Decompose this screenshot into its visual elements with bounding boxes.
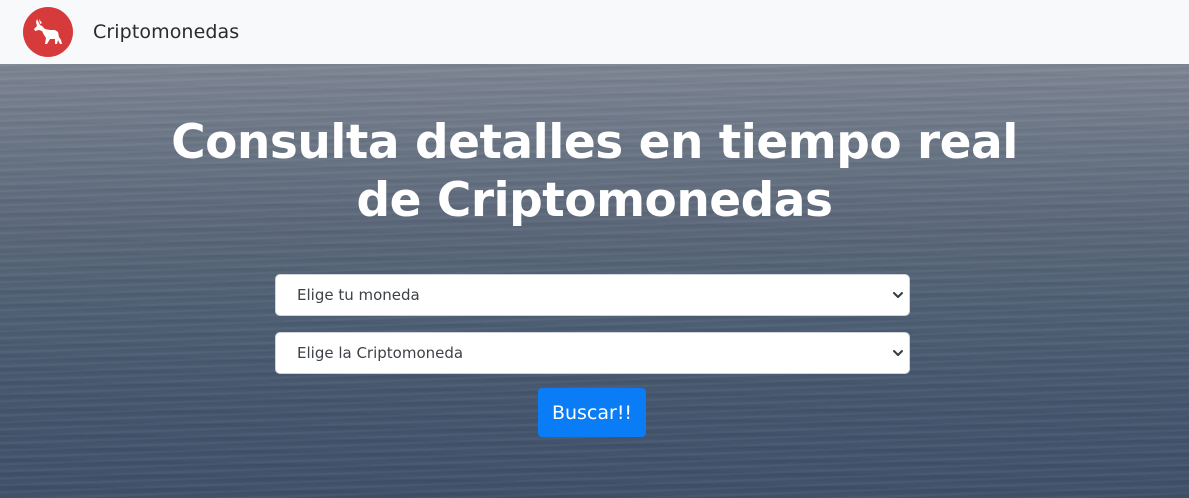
hero-section: Consulta detalles en tiempo real de Crip… <box>0 64 1189 498</box>
crypto-select[interactable]: Elige la Criptomoneda <box>275 332 910 374</box>
brand-name[interactable]: Criptomonedas <box>93 21 239 43</box>
crypto-select-value: Elige la Criptomoneda <box>297 344 464 362</box>
chevron-down-icon <box>893 292 903 298</box>
title-line-1: Consulta detalles en tiempo real <box>171 115 1018 170</box>
currency-select-value: Elige tu moneda <box>297 286 420 304</box>
fox-icon <box>34 19 62 44</box>
chevron-down-icon <box>893 350 903 356</box>
logo[interactable] <box>23 7 73 57</box>
navbar: Criptomonedas <box>0 0 1189 64</box>
search-button[interactable]: Buscar!! <box>538 388 646 437</box>
page-title: Consulta detalles en tiempo real de Crip… <box>0 114 1189 230</box>
title-line-2: de Criptomonedas <box>356 173 834 228</box>
currency-select[interactable]: Elige tu moneda <box>275 274 910 316</box>
